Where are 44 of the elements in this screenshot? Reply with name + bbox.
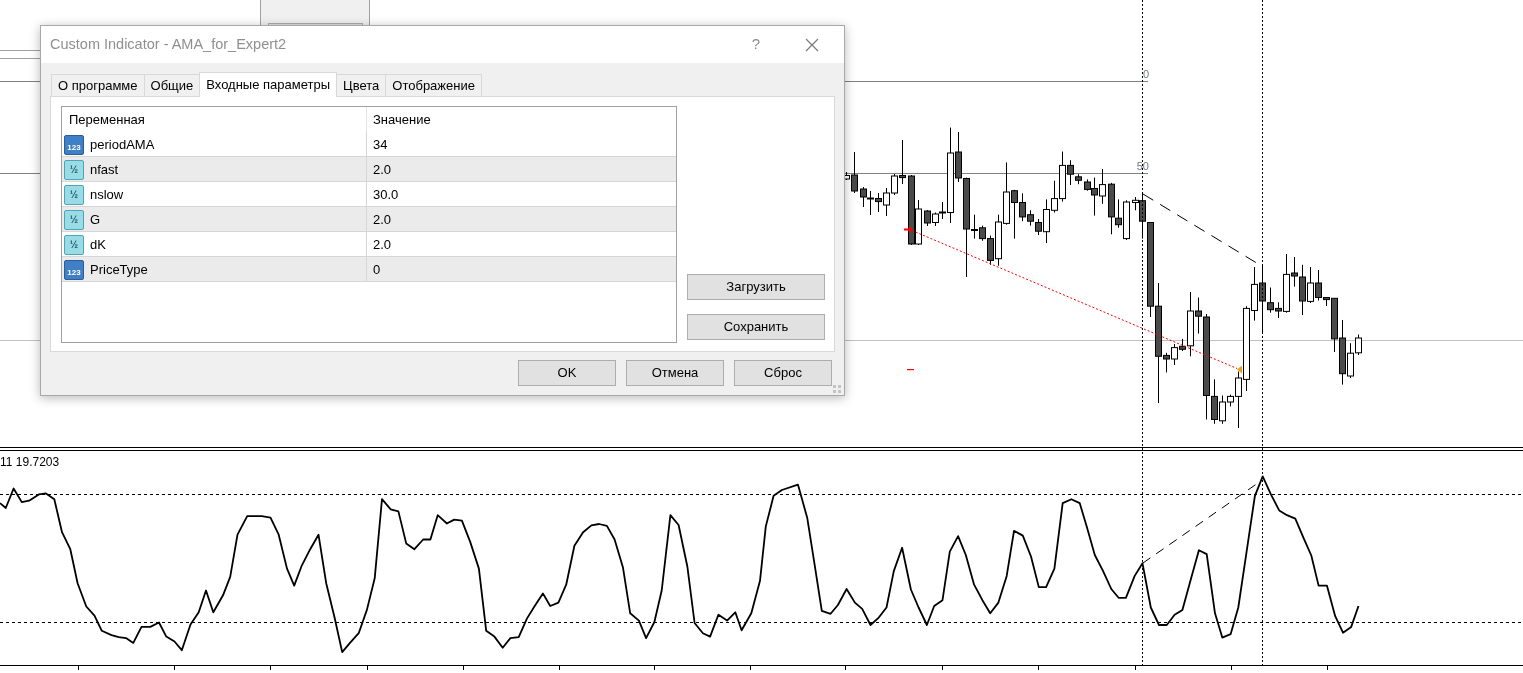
parameter-name: periodAMA: [90, 135, 155, 154]
level-label: 0: [1142, 67, 1149, 80]
resize-grip-icon[interactable]: [833, 385, 841, 393]
type-tag: 123: [64, 259, 84, 280]
tab[interactable]: Отображение: [385, 74, 482, 96]
type-tag: 123: [64, 134, 84, 155]
type-tag: ½: [64, 234, 84, 255]
dialog-button[interactable]: Сохранить: [687, 314, 825, 340]
parameter-row[interactable]: ½ G 2.0: [62, 207, 676, 232]
parameter-value: 0: [372, 260, 382, 279]
window-title: Custom Indicator - AMA_for_Expert2: [50, 34, 288, 54]
parameter-name: dK: [90, 235, 106, 254]
parameter-row[interactable]: 123 PriceType 0: [62, 257, 676, 282]
parameter-row[interactable]: ½ nslow 30.0: [62, 182, 676, 207]
tab[interactable]: Входные параметры: [199, 72, 338, 97]
type-tag: ½: [64, 209, 84, 230]
tab[interactable]: Общие: [143, 74, 201, 96]
parameter-name: PriceType: [90, 260, 148, 279]
parameter-row[interactable]: ½ dK 2.0: [62, 232, 676, 257]
arrow-icon: [904, 226, 913, 233]
tab[interactable]: Цвета: [336, 74, 387, 96]
level-label: 50: [1136, 159, 1149, 172]
triangle-icon: [1237, 365, 1242, 374]
dialog-button[interactable]: Сброс: [734, 360, 832, 386]
parameter-value: 2.0: [372, 235, 393, 254]
tab[interactable]: О программе: [51, 74, 145, 96]
parameter-value: 34: [372, 135, 389, 154]
dash-icon: [907, 369, 914, 371]
parameter-value: 30.0: [372, 185, 400, 204]
parameter-name: nslow: [90, 185, 124, 204]
parameter-name: nfast: [90, 160, 119, 179]
dialog-button[interactable]: OK: [518, 360, 616, 386]
type-tag: ½: [64, 184, 84, 205]
parameter-row[interactable]: ½ nfast 2.0: [62, 157, 676, 182]
parameter-value: 2.0: [372, 210, 393, 229]
parameter-value: 2.0: [372, 160, 393, 179]
column-header[interactable]: Значение: [367, 107, 676, 132]
parameter-name: G: [90, 210, 101, 229]
parameter-row[interactable]: 123 periodAMA 34: [62, 132, 676, 157]
dialog-button[interactable]: Загрузить: [687, 274, 825, 300]
type-tag: ½: [64, 159, 84, 180]
indicator-label: 11 19.7203: [0, 455, 60, 469]
dialog-button[interactable]: Отмена: [626, 360, 724, 386]
close-icon: [805, 37, 819, 52]
